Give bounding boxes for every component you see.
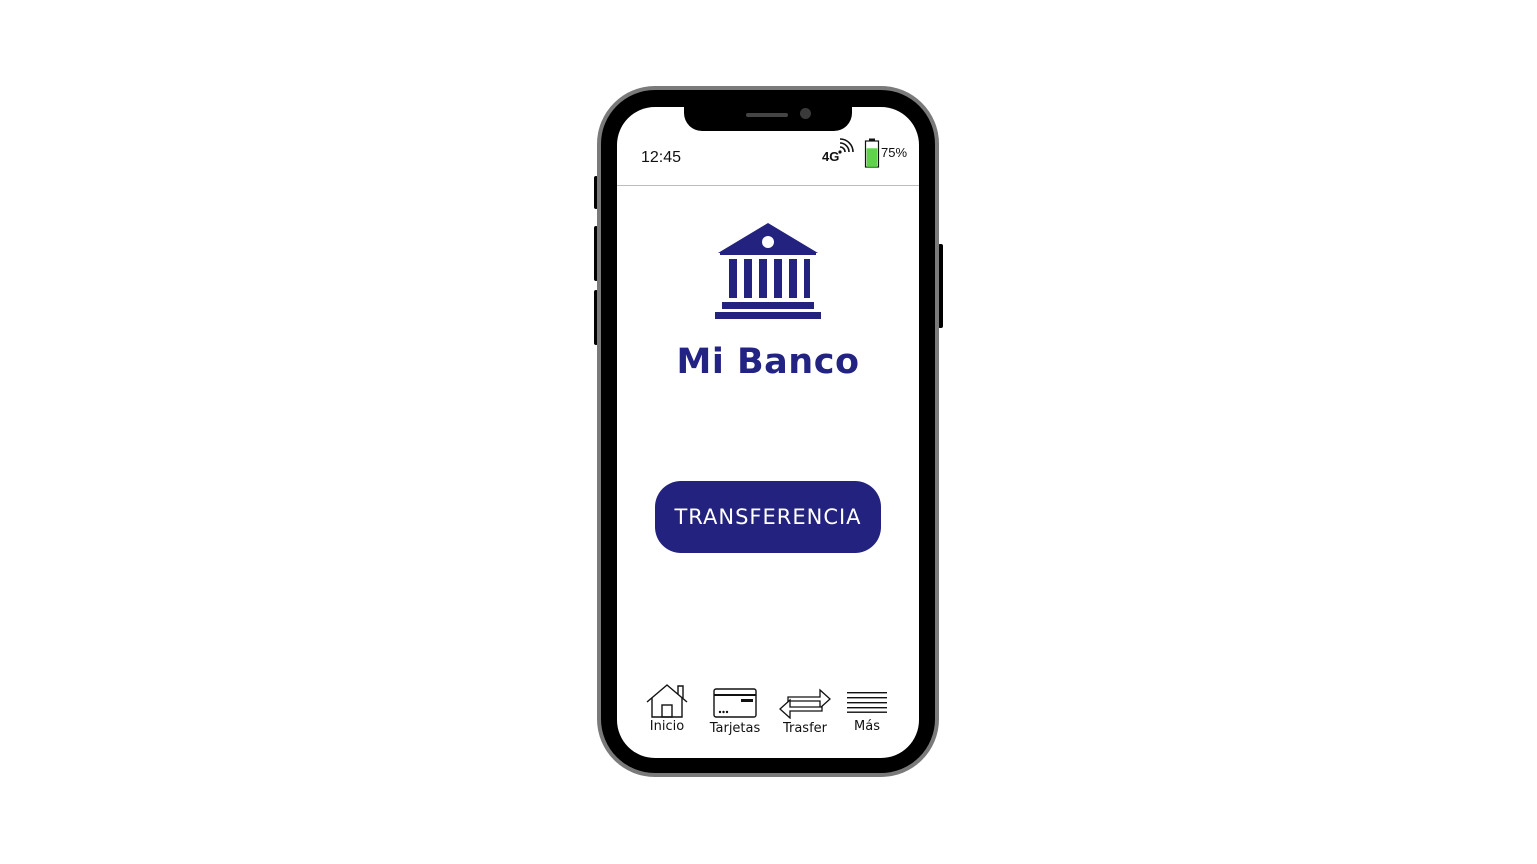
nav-label-tarjetas: Tarjetas: [709, 721, 761, 736]
nav-label-trasfer: Trasfer: [782, 721, 828, 736]
nav-label-mas: Más: [854, 719, 880, 734]
speaker-grille: [746, 113, 788, 117]
phone-screen: [617, 107, 919, 758]
signal-waves-icon: [838, 138, 854, 154]
nav-item-tarjetas[interactable]: Tarjetas: [706, 688, 764, 736]
transfer-arrows-icon: [779, 688, 831, 719]
nav-item-inicio[interactable]: Inicio: [640, 683, 694, 734]
bank-building-icon: [715, 223, 821, 319]
status-time: 12:45: [641, 149, 682, 166]
mockup-stage: 12:45 4G 75% Mi Banco TRANSFERENCIA Inic…: [0, 0, 1537, 864]
home-icon: [646, 684, 688, 718]
card-icon: [713, 688, 757, 718]
front-camera: [800, 108, 811, 119]
nav-label-inicio: Inicio: [649, 719, 685, 734]
nav-item-trasfer[interactable]: Trasfer: [776, 688, 834, 736]
transfer-button[interactable]: TRANSFERENCIA: [655, 481, 881, 553]
battery-icon: [864, 138, 880, 168]
app-title: Mi Banco: [676, 342, 860, 382]
battery-percentage: 75%: [881, 145, 908, 160]
menu-lines-icon: [847, 692, 887, 713]
status-divider: [617, 185, 919, 186]
nav-item-mas[interactable]: Más: [842, 691, 892, 734]
